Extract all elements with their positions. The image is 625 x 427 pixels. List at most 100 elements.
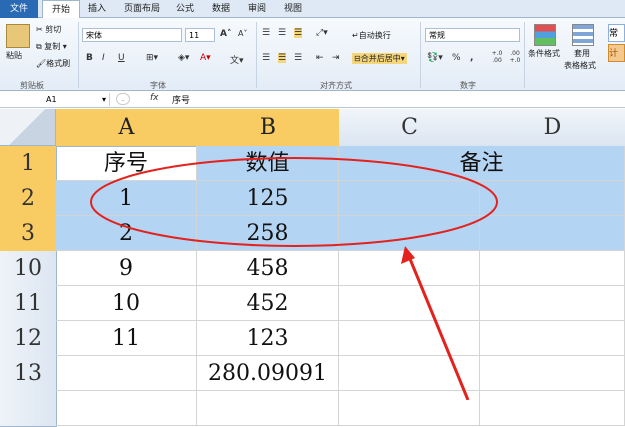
tab-home[interactable]: 开始 xyxy=(42,0,80,20)
format-as-table-line1[interactable]: 套用 xyxy=(574,48,590,59)
select-all-button[interactable] xyxy=(0,109,56,146)
cell-c3[interactable] xyxy=(339,216,480,251)
merge-icon: ⊟ xyxy=(354,54,361,63)
cell-a13[interactable] xyxy=(56,356,197,391)
merge-center-button[interactable]: ⊟合并后居中▾ xyxy=(352,53,407,64)
cancel-icon[interactable]: – xyxy=(116,93,130,105)
align-center-icon[interactable]: ☰ xyxy=(278,53,287,63)
tab-file[interactable]: 文件 xyxy=(0,0,38,18)
copy-button[interactable]: ⧉ 复制 ▾ xyxy=(36,41,67,52)
cell-a10[interactable]: 9 xyxy=(56,251,197,286)
column-header-c[interactable]: C xyxy=(339,109,481,147)
grow-font-button[interactable]: A˄ xyxy=(220,29,231,39)
cell-a2[interactable]: 1 xyxy=(56,181,197,216)
border-icon[interactable]: ⊞▾ xyxy=(146,53,158,63)
phonetic-icon[interactable]: 文▾ xyxy=(230,53,244,66)
row-header[interactable]: 13 xyxy=(0,356,57,392)
cell-d2[interactable] xyxy=(480,181,625,216)
cell-b10[interactable]: 458 xyxy=(197,251,339,286)
align-top-icon[interactable]: ☰ xyxy=(262,28,270,38)
bold-button[interactable]: B xyxy=(86,53,93,63)
font-size-select[interactable]: 11 xyxy=(185,28,215,42)
cell-style-normal[interactable]: 常 xyxy=(608,24,625,42)
align-bottom-icon[interactable]: ☰ xyxy=(294,28,303,38)
cell-partial-d[interactable] xyxy=(480,391,625,426)
merged-cell-c1-d1[interactable]: 备注 xyxy=(339,146,625,181)
cell-b12[interactable]: 123 xyxy=(197,321,339,356)
clipboard-group-label: 剪贴板 xyxy=(20,81,44,90)
currency-icon[interactable]: 💱▾ xyxy=(427,53,443,63)
cell-b3[interactable]: 258 xyxy=(197,216,339,251)
number-format-select[interactable]: 常规 xyxy=(425,28,520,42)
row-header[interactable]: 1 xyxy=(0,146,57,182)
decrease-decimal-button[interactable]: .00 +.0 xyxy=(506,50,524,64)
cell-d12[interactable] xyxy=(480,321,625,356)
cell-c12[interactable] xyxy=(339,321,480,356)
fill-color-icon[interactable]: ◈▾ xyxy=(178,53,189,63)
cell-partial-c[interactable] xyxy=(339,391,480,426)
font-name-select[interactable]: 宋体 xyxy=(82,28,182,42)
tab-formulas[interactable]: 公式 xyxy=(170,0,200,18)
conditional-format-button[interactable]: 条件格式 xyxy=(528,48,560,59)
formula-input[interactable]: 序号 xyxy=(172,93,190,106)
row-header[interactable]: 12 xyxy=(0,321,57,357)
cell-b1[interactable]: 数值 xyxy=(197,146,339,181)
tab-data[interactable]: 数据 xyxy=(206,0,236,18)
cell-d13[interactable] xyxy=(480,356,625,391)
comma-button[interactable]: , xyxy=(470,53,473,63)
cell-a11[interactable]: 10 xyxy=(56,286,197,321)
tab-page-layout[interactable]: 页面布局 xyxy=(118,0,166,18)
align-middle-icon[interactable]: ☰ xyxy=(278,28,286,38)
align-left-icon[interactable]: ☰ xyxy=(262,53,270,63)
insert-function-button[interactable]: fx xyxy=(150,93,159,103)
cell-c13[interactable] xyxy=(339,356,480,391)
format-as-table-line2[interactable]: 表格格式 xyxy=(564,60,596,71)
cell-c11[interactable] xyxy=(339,286,480,321)
align-right-icon[interactable]: ☰ xyxy=(294,53,302,63)
cell-b11[interactable]: 452 xyxy=(197,286,339,321)
tab-view[interactable]: 视图 xyxy=(278,0,308,18)
cell-a1[interactable]: 序号 xyxy=(56,146,197,181)
ribbon-tab-bar: 文件 开始 插入 页面布局 公式 数据 审阅 视图 xyxy=(0,0,625,20)
shrink-font-button[interactable]: A˅ xyxy=(238,29,247,38)
underline-button[interactable]: U xyxy=(118,53,125,63)
font-group-label: 字体 xyxy=(150,81,166,90)
cell-d3[interactable] xyxy=(480,216,625,251)
cell-a3[interactable]: 2 xyxy=(56,216,197,251)
column-header-b[interactable]: B xyxy=(197,109,340,147)
percent-button[interactable]: % xyxy=(452,53,461,63)
tab-review[interactable]: 审阅 xyxy=(242,0,272,18)
name-box[interactable]: A1 ▾ xyxy=(0,93,110,106)
cell-c10[interactable] xyxy=(339,251,480,286)
cell-b13[interactable]: 280.09091 xyxy=(197,356,339,391)
paste-icon[interactable] xyxy=(6,24,30,48)
wrap-text-button[interactable]: ↵自动换行 xyxy=(352,30,391,41)
cell-a12[interactable]: 11 xyxy=(56,321,197,356)
cell-style-calc[interactable]: 计 xyxy=(608,44,625,62)
cell-d11[interactable] xyxy=(480,286,625,321)
row-header[interactable]: 10 xyxy=(0,251,57,287)
cell-partial-a[interactable] xyxy=(56,391,197,426)
paste-button[interactable]: 粘贴 xyxy=(6,50,22,61)
italic-button[interactable]: I xyxy=(102,53,105,63)
cell-c2[interactable] xyxy=(339,181,480,216)
row-header[interactable] xyxy=(0,391,57,427)
increase-indent-icon[interactable]: ⇥ xyxy=(332,53,340,63)
column-header-a[interactable]: A xyxy=(56,109,198,147)
column-header-d[interactable]: D xyxy=(480,109,625,147)
format-painter-button[interactable]: 🖌格式刷 xyxy=(36,58,70,69)
chevron-down-icon: ▾ xyxy=(102,95,107,104)
tab-insert[interactable]: 插入 xyxy=(82,0,112,18)
font-color-icon[interactable]: A▾ xyxy=(200,53,211,63)
conditional-format-icon xyxy=(534,24,556,46)
cut-button[interactable]: ✂ 剪切 xyxy=(36,24,61,35)
row-header[interactable]: 11 xyxy=(0,286,57,322)
cell-d10[interactable] xyxy=(480,251,625,286)
increase-decimal-button[interactable]: +.0 .00 xyxy=(488,50,506,64)
row-header[interactable]: 2 xyxy=(0,181,57,217)
decrease-indent-icon[interactable]: ⇤ xyxy=(316,53,324,63)
cell-b2[interactable]: 125 xyxy=(197,181,339,216)
orientation-icon[interactable]: ⤢▾ xyxy=(316,28,328,38)
row-header[interactable]: 3 xyxy=(0,216,57,252)
cell-partial-b[interactable] xyxy=(197,391,339,426)
